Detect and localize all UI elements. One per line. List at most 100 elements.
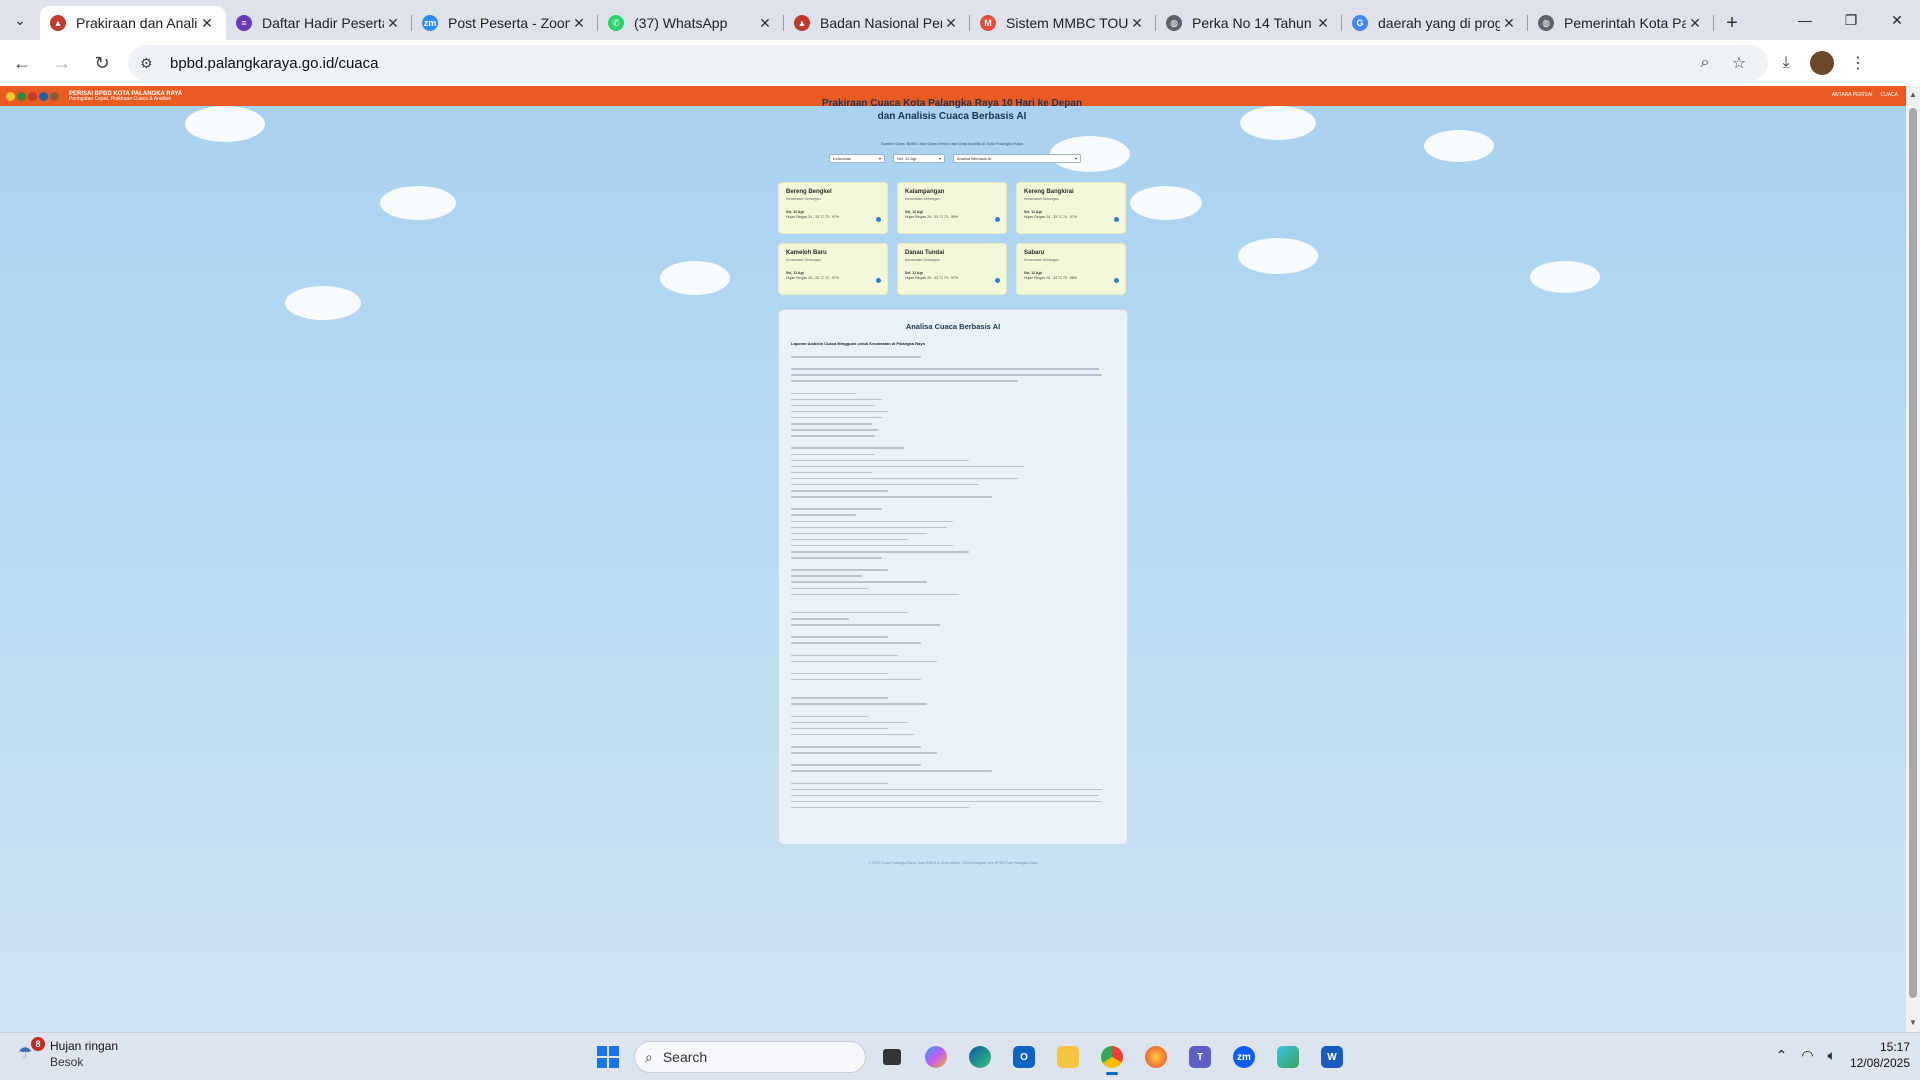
zoom-icon[interactable]: zm [1226, 1039, 1262, 1075]
nav-link-cuaca[interactable]: CUACA [1880, 92, 1898, 98]
kelurahan-select[interactable]: Kelurahan ▾ [829, 154, 885, 163]
cloud-decoration [1424, 130, 1494, 162]
file-explorer-icon[interactable] [1050, 1039, 1086, 1075]
browser-menu-icon[interactable]: ⋮ [1840, 45, 1876, 81]
firefox-icon[interactable] [1138, 1039, 1174, 1075]
profile-avatar[interactable] [1810, 51, 1834, 75]
weather-subtitle: Besok [50, 1054, 84, 1069]
chevron-up-icon[interactable]: ⌃ [1776, 1047, 1788, 1064]
chrome-icon[interactable] [1094, 1039, 1130, 1075]
site-info-icon[interactable]: ⚙ [140, 55, 160, 72]
close-tab-icon[interactable]: ✕ [1500, 15, 1518, 32]
analysis-text-line [791, 490, 889, 492]
edge-icon[interactable] [962, 1039, 998, 1075]
browser-tab[interactable]: ✆ (37) WhatsApp ✕ [598, 6, 784, 40]
analysis-text-line [791, 587, 869, 590]
forecast-card[interactable]: Kameloh Baru Kecamatan Sebangau Sel, 12 Ag… [778, 243, 888, 295]
analysis-select[interactable]: Analisa Berbasis AI ▾ [953, 154, 1081, 163]
copilot-icon[interactable] [918, 1039, 954, 1075]
card-district: Kecamatan Sebangau [905, 258, 940, 262]
weather-icon [1114, 278, 1119, 283]
site-brand[interactable]: PERISAI BPBD KOTA PALANGKA RAYA Peringat… [69, 91, 182, 102]
forecast-card[interactable]: Danau Tundai Kecamatan Sebangau Sel, 12 Ag… [897, 243, 1007, 295]
weather-title: Hujan ringan [50, 1039, 119, 1053]
browser-tab[interactable]: zm Post Peserta - Zoom ✕ [412, 6, 598, 40]
forecast-card[interactable]: Sabaru Kecamatan Sebangau Sel, 12 Agt Hujan… [1016, 243, 1126, 295]
taskbar-search[interactable]: ⌕ Search [634, 1041, 866, 1073]
browser-tab[interactable]: ◍ Pemerintah Kota Pala✕ [1528, 6, 1714, 40]
browser-tab[interactable]: M Sistem MMBC TOUR ✕ [970, 6, 1156, 40]
weather-widget[interactable]: ☂ 8 Hujan ringan Besok [18, 1036, 119, 1070]
taskbar-apps: ⌕ Search O T zm W [590, 1039, 1350, 1075]
teams-icon[interactable]: T [1182, 1039, 1218, 1075]
zoom-icon[interactable]: ⌕ [1688, 54, 1722, 72]
tab-favicon-icon: G [1352, 15, 1368, 31]
analysis-text-line [791, 483, 979, 486]
scroll-down-icon[interactable]: ▼ [1906, 1016, 1920, 1030]
system-clock[interactable]: 15:17 12/08/2025 [1850, 1039, 1910, 1071]
close-tab-icon[interactable]: ✕ [942, 15, 960, 32]
card-district: Kecamatan Sebangau [1024, 258, 1059, 262]
analysis-text-line [791, 447, 905, 449]
forecast-card[interactable]: Kereng Bangkirai Kecamatan Sebangau Sel, 1… [1016, 182, 1126, 234]
card-district: Kecamatan Sebangau [1024, 197, 1059, 201]
forward-button[interactable]: → [44, 45, 80, 81]
tab-title: Post Peserta - Zoom [448, 15, 570, 31]
minimize-button[interactable]: — [1782, 0, 1828, 40]
analysis-body [791, 356, 1115, 809]
close-tab-icon[interactable]: ✕ [1686, 15, 1704, 32]
forecast-card[interactable]: Kalampangan Kecamatan Sebangau Sel, 12 Agt… [897, 182, 1007, 234]
restore-button[interactable]: ❐ [1828, 0, 1874, 40]
analysis-text-line [791, 392, 856, 395]
task-view-icon[interactable] [874, 1039, 910, 1075]
scrollbar-thumb[interactable] [1909, 108, 1917, 998]
tab-favicon-icon: M [980, 15, 996, 31]
date-select[interactable]: Sel, 12 Agt ▾ [893, 154, 945, 163]
tab-title: daerah yang di progr [1378, 15, 1500, 31]
volume-icon[interactable]: 🔈︎ [1828, 1047, 1836, 1064]
browser-tab[interactable]: ◍ Perka No 14 Tahun 20✕ [1156, 6, 1342, 40]
forecast-card[interactable]: Bereng Bengkel Kecamatan Sebangau Sel, 12 … [778, 182, 888, 234]
download-icon[interactable]: ⤓ [1768, 45, 1804, 81]
address-bar[interactable]: ⚙ bpbd.palangkaraya.go.id/cuaca ⌕ ☆ [128, 45, 1768, 81]
start-button[interactable] [590, 1039, 626, 1075]
close-tab-icon[interactable]: ✕ [570, 15, 588, 32]
wifi-icon[interactable]: ◠ [1801, 1047, 1813, 1064]
browser-tab[interactable]: ▲ Prakiraan dan Analisis✕ [40, 6, 226, 40]
cloud-decoration [185, 106, 265, 142]
browser-tab[interactable]: ≡ Daftar Hadir Peserta W✕ [226, 6, 412, 40]
back-button[interactable]: ← [4, 45, 40, 81]
close-window-button[interactable]: ✕ [1874, 0, 1920, 40]
page-scrollbar[interactable]: ▲ ▼ [1906, 86, 1920, 1032]
close-tab-icon[interactable]: ✕ [384, 15, 402, 32]
new-tab-button[interactable]: + [1714, 6, 1750, 40]
analysis-text-line [791, 800, 1103, 803]
analysis-text-line [791, 611, 908, 614]
close-tab-icon[interactable]: ✕ [1314, 15, 1332, 32]
word-icon[interactable]: W [1314, 1039, 1350, 1075]
tab-favicon-icon: ▲ [50, 15, 66, 31]
close-tab-icon[interactable]: ✕ [756, 15, 774, 32]
header-nav: ANTARA PERISAI CUACA [1832, 92, 1898, 98]
tab-search-button[interactable]: ⌄ [0, 0, 40, 40]
maps-icon[interactable] [1270, 1039, 1306, 1075]
close-tab-icon[interactable]: ✕ [1128, 15, 1146, 32]
card-location-name: Sabaru [1024, 250, 1045, 256]
browser-tab[interactable]: ▲ Badan Nasional Penan✕ [784, 6, 970, 40]
browser-tabstrip: ⌄ ▲Prakiraan dan Analisis✕≡Daftar Hadir … [0, 0, 1920, 40]
weather-icon [995, 217, 1000, 222]
bookmark-star-icon[interactable]: ☆ [1722, 53, 1756, 73]
close-tab-icon[interactable]: ✕ [198, 15, 216, 32]
browser-tab[interactable]: Gdaerah yang di progr ✕ [1342, 6, 1528, 40]
card-forecast-detail: Hujan Ringan 25 - 33 °C 73 - 97% [905, 276, 958, 280]
reload-button[interactable]: ↻ [84, 45, 120, 81]
scroll-up-icon[interactable]: ▲ [1906, 88, 1920, 102]
analysis-text-line [791, 660, 937, 663]
url-text[interactable]: bpbd.palangkaraya.go.id/cuaca [170, 55, 1688, 72]
tab-favicon-icon: ✆ [608, 15, 624, 31]
cloud-decoration [1530, 261, 1600, 293]
outlook-icon[interactable]: O [1006, 1039, 1042, 1075]
analysis-text-line [791, 398, 882, 401]
nav-link-antara-perisai[interactable]: ANTARA PERISAI [1832, 92, 1873, 98]
analysis-text-line [791, 654, 898, 657]
